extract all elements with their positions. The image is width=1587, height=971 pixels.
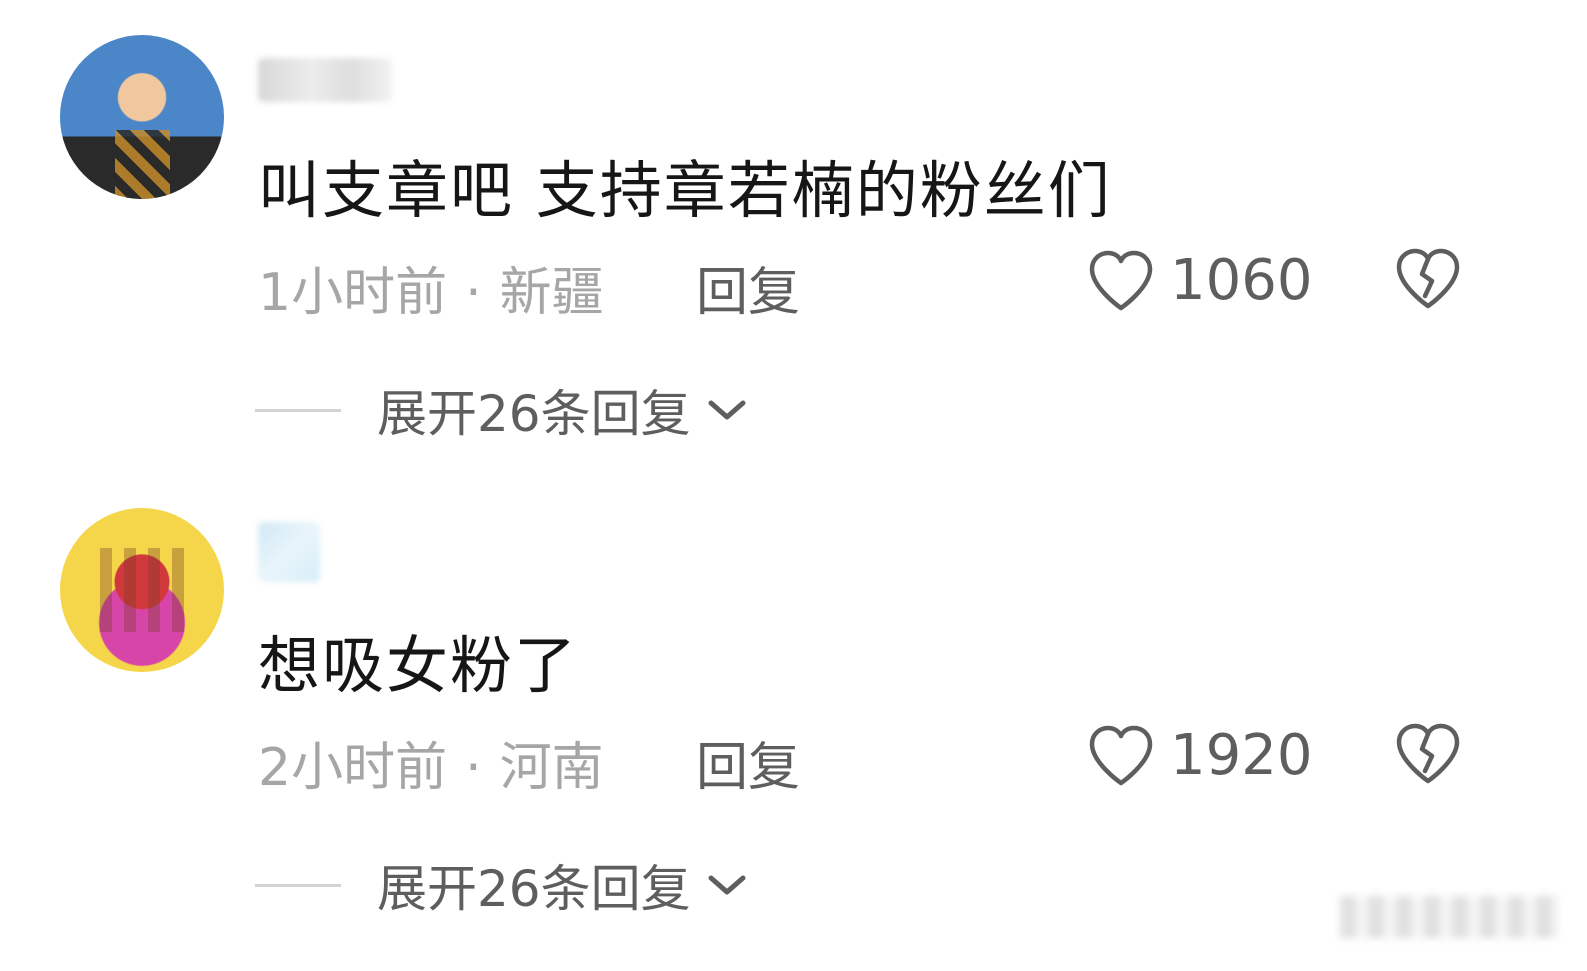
chevron-down-icon <box>708 400 746 420</box>
divider-line <box>255 408 341 412</box>
comment-meta: 2小时前 · 河南 <box>258 725 604 800</box>
dislike-button[interactable] <box>1395 723 1461 785</box>
heart-outline-icon <box>1089 250 1153 310</box>
reply-button[interactable]: 回复 <box>696 250 800 325</box>
comment-meta: 1小时前 · 新疆 <box>258 250 604 325</box>
like-button[interactable]: 1920 <box>1088 723 1313 788</box>
watermark-blurred <box>1340 896 1560 938</box>
comment-time: 2小时前 <box>258 738 448 798</box>
comment-time: 1小时前 <box>258 263 448 323</box>
avatar[interactable] <box>60 508 224 672</box>
comment-text: 叫支章吧 支持章若楠的粉丝们 <box>258 154 1112 227</box>
divider-line <box>255 883 341 887</box>
expand-replies[interactable]: 展开26条回复 <box>255 374 749 446</box>
meta-separator: · <box>465 738 482 798</box>
comment-list: 叫支章吧 支持章若楠的粉丝们 1小时前 · 新疆 回复 1060 展开26条回复 <box>0 0 1587 971</box>
like-count: 1060 <box>1170 248 1313 313</box>
expand-replies-label: 展开26条回复 <box>377 860 691 918</box>
expand-replies-label: 展开26条回复 <box>377 385 691 443</box>
expand-replies[interactable]: 展开26条回复 <box>255 849 749 921</box>
heart-outline-icon <box>1089 725 1153 785</box>
like-button[interactable]: 1060 <box>1088 248 1313 313</box>
username-blurred[interactable] <box>258 522 320 582</box>
reply-button[interactable]: 回复 <box>696 725 800 800</box>
chevron-down-icon <box>708 875 746 895</box>
broken-heart-icon <box>1396 723 1460 784</box>
dislike-button[interactable] <box>1395 248 1461 310</box>
like-count: 1920 <box>1170 723 1313 788</box>
comment-text: 想吸女粉了 <box>258 629 579 702</box>
username-blurred[interactable] <box>258 58 392 102</box>
meta-separator: · <box>465 263 482 323</box>
avatar[interactable] <box>60 35 224 199</box>
broken-heart-icon <box>1396 248 1460 309</box>
comment-location: 新疆 <box>499 263 604 323</box>
comment-location: 河南 <box>499 738 604 798</box>
